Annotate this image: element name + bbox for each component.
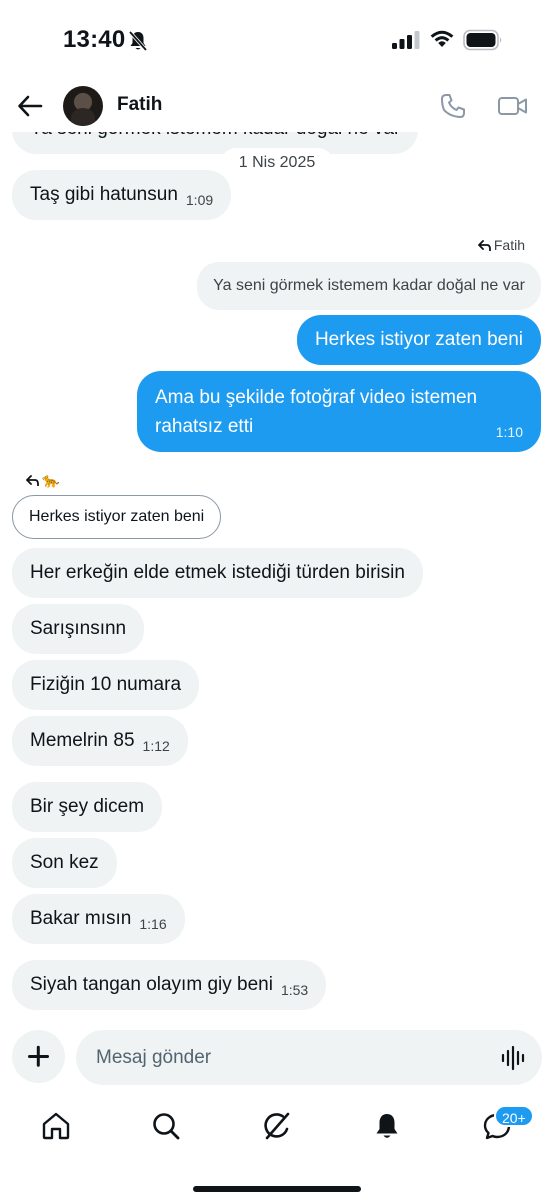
- message-composer: [0, 1028, 553, 1088]
- message-bubble-incoming[interactable]: Her erkeğin elde etmek istediği türden b…: [12, 548, 423, 598]
- message-text: Taş gibi hatunsun: [30, 184, 178, 205]
- message-time: 1:53: [280, 982, 309, 998]
- message-time: 1:16: [139, 916, 167, 932]
- message-bubble-incoming[interactable]: Siyah tangan olayım giy beni 1:53: [12, 960, 327, 1010]
- phone-icon[interactable]: [439, 92, 467, 120]
- message-text: Memelrin 85: [30, 730, 135, 751]
- message-bubble-outgoing[interactable]: Ama bu şekilde fotoğraf video istemen ra…: [137, 371, 541, 452]
- bell-off-icon: [128, 30, 148, 52]
- conversation-header: Fatih: [0, 80, 553, 132]
- signal-icon: [392, 31, 420, 49]
- message-text: Bir şey dicem: [30, 796, 145, 817]
- message-text-line: Ama bu şekilde fotoğraf video istemen: [155, 387, 478, 408]
- reply-chip[interactable]: Herkes istiyor zaten beni: [12, 495, 222, 539]
- message-text: Herkes istiyor zaten beni: [314, 329, 523, 350]
- wifi-icon: [430, 30, 454, 47]
- reply-to-name: Fatih: [493, 237, 525, 253]
- home-indicator: [193, 1186, 361, 1192]
- message-bubble-incoming[interactable]: Son kez: [12, 838, 117, 888]
- message-input-container[interactable]: [76, 1030, 542, 1085]
- reply-indicator: Fatih: [477, 237, 525, 253]
- message-time: 1:10: [495, 424, 523, 440]
- video-call-icon[interactable]: [497, 92, 529, 120]
- avatar[interactable]: [63, 86, 103, 126]
- message-text: Siyah tangan olayım giy beni: [30, 974, 273, 995]
- status-time: 13:40: [63, 26, 126, 53]
- bottom-navigation: 20+: [0, 1098, 553, 1158]
- reply-arrow-icon: [477, 240, 491, 251]
- message-text: Bakar mısın: [30, 908, 132, 929]
- notifications-icon[interactable]: [371, 1110, 403, 1142]
- message-bubble-incoming[interactable]: Taş gibi hatunsun 1:09: [12, 170, 232, 220]
- add-media-button[interactable]: [12, 1030, 65, 1083]
- voice-message-icon[interactable]: [501, 1045, 527, 1071]
- reply-arrow-icon: [26, 475, 39, 486]
- reply-chip-text: Herkes istiyor zaten beni: [29, 508, 205, 525]
- quoted-text: Ya seni görmek istemem kadar doğal ne va…: [213, 277, 525, 294]
- message-text: Sarışınsınn: [30, 618, 127, 639]
- home-icon[interactable]: [40, 1110, 72, 1142]
- grok-icon[interactable]: [261, 1110, 293, 1142]
- message-bubble-incoming[interactable]: Bakar mısın 1:16: [12, 894, 185, 944]
- back-arrow-icon[interactable]: [16, 92, 44, 120]
- message-text: Her erkeğin elde etmek istediği türden b…: [30, 562, 405, 583]
- message-bubble-incoming[interactable]: Fiziğin 10 numara: [12, 660, 200, 710]
- reply-to-emoji: 🐆: [42, 472, 60, 488]
- message-bubble-outgoing[interactable]: Herkes istiyor zaten beni: [296, 315, 541, 365]
- message-bubble-incoming[interactable]: Bir şey dicem: [12, 782, 163, 832]
- message-bubble-incoming[interactable]: Sarışınsınn: [12, 604, 145, 654]
- message-input[interactable]: [96, 1030, 486, 1085]
- status-bar: 13:40: [0, 0, 553, 80]
- contact-name[interactable]: Fatih: [117, 94, 162, 116]
- quoted-message[interactable]: Ya seni görmek istemem kadar doğal ne va…: [197, 262, 541, 310]
- message-bubble-incoming[interactable]: Memelrin 85 1:12: [12, 716, 188, 766]
- message-time: 1:09: [185, 192, 214, 208]
- date-separator: 1 Nis 2025: [221, 148, 333, 178]
- message-text-line: rahatsız etti: [155, 416, 254, 437]
- message-time: 1:12: [142, 738, 170, 754]
- message-text: Fiziğin 10 numara: [30, 674, 182, 695]
- messages-badge: 20+: [494, 1105, 534, 1127]
- message-list[interactable]: Ya seni görmek istemem kadar doğal ne va…: [0, 118, 553, 1018]
- message-text: Son kez: [30, 852, 99, 873]
- search-icon[interactable]: [150, 1110, 182, 1142]
- reply-indicator: 🐆: [26, 472, 59, 489]
- battery-icon: [463, 29, 502, 51]
